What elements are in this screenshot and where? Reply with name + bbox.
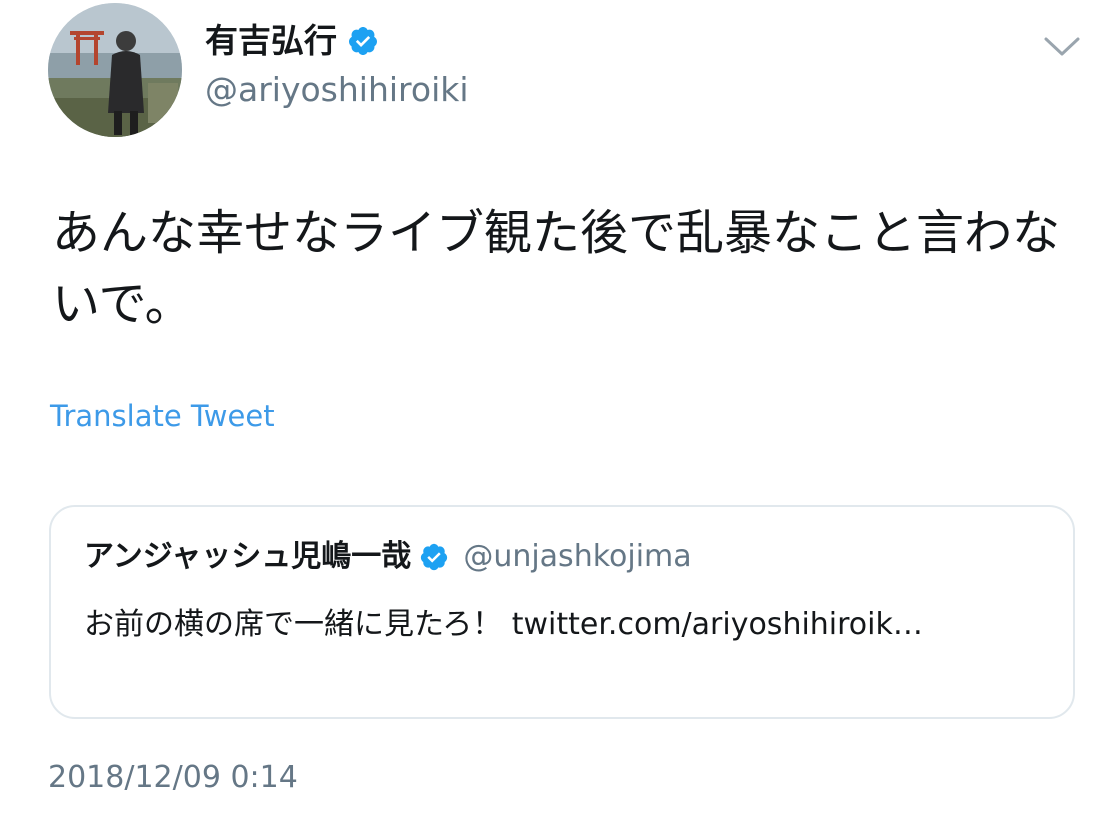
verified-badge-icon — [419, 542, 449, 572]
tweet-timestamp[interactable]: 2018/12/09 0:14 — [48, 756, 298, 800]
chevron-down-icon[interactable] — [1042, 34, 1082, 60]
author-display-name[interactable]: 有吉弘行 — [205, 18, 337, 64]
author-handle[interactable]: @ariyoshihiroiki — [205, 67, 469, 113]
tweet-text: あんな幸せなライブ観た後で乱暴なこと言わないで。 — [52, 205, 1061, 332]
verified-badge-icon — [347, 25, 379, 57]
quoted-tweet-text: お前の横の席で一緒に見たろ！ twitter.com/ariyoshihiroi… — [84, 607, 923, 642]
quoted-author-handle: @unjashkojima — [463, 539, 692, 574]
quoted-tweet-header: アンジャッシュ児嶋一哉 @unjashkojima — [84, 537, 692, 577]
quoted-tweet-card[interactable]: アンジャッシュ児嶋一哉 @unjashkojima お前の横の席で一緒に見たろ！… — [49, 505, 1075, 719]
avatar-photo — [48, 3, 182, 137]
quoted-author-display-name: アンジャッシュ児嶋一哉 — [84, 539, 412, 574]
translate-tweet-link[interactable]: Translate Tweet — [50, 396, 275, 436]
author-name-row: 有吉弘行 — [205, 18, 379, 64]
author-avatar[interactable] — [48, 3, 182, 137]
